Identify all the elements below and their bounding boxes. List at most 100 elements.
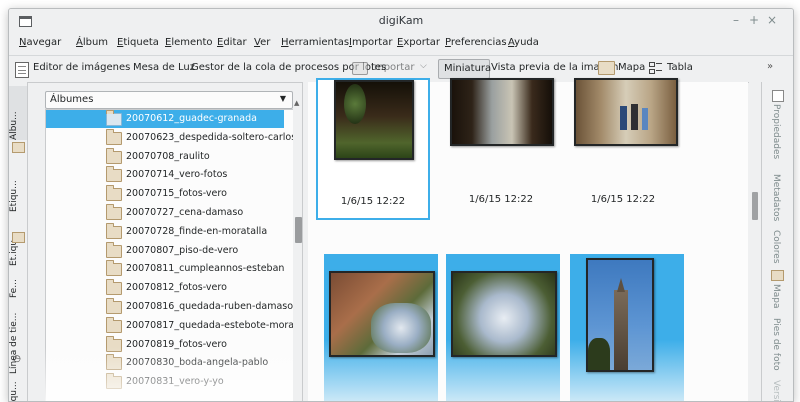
menu-album[interactable]: Álbum (76, 37, 108, 48)
album-name: 20070816_quedada-ruben-damaso (126, 301, 294, 312)
tab-properties[interactable]: Propiedades (771, 104, 781, 159)
thumbnail-image (451, 271, 557, 357)
maximize-button[interactable]: + (747, 13, 761, 27)
labels-folder-icon (12, 232, 25, 243)
album-tree-item[interactable]: 20070708_raulito (46, 147, 284, 166)
tab-metadata[interactable]: Metadatos (771, 174, 781, 221)
menu-etiqueta[interactable]: Etiqueta (117, 37, 159, 48)
menu-navegar[interactable]: Navegar (19, 37, 61, 48)
album-tree-item[interactable]: 20070817_quedada-estebote-moratalla (46, 316, 294, 335)
tab-versions[interactable]: Versi... (771, 380, 781, 401)
close-button[interactable]: × (765, 13, 779, 27)
thumbnail-date: 1/6/15 12:22 (590, 194, 656, 205)
toolbar-overflow-button[interactable]: » (767, 61, 773, 72)
folder-icon (106, 110, 122, 126)
title-bar[interactable]: digiKam – + × (9, 9, 793, 33)
map-label: Mapa (618, 62, 646, 73)
menu-ver[interactable]: Ver (254, 37, 270, 48)
menu-editar[interactable]: Editar (217, 37, 247, 48)
album-tree-item[interactable]: 20070816_quedada-ruben-damaso (46, 298, 293, 316)
tab-colors[interactable]: Colores (771, 230, 781, 264)
album-root-combobox[interactable]: Álbumes ▼ (45, 91, 293, 109)
map-tab-icon (771, 270, 784, 281)
tab-search[interactable]: Búsqu... (9, 374, 27, 402)
album-name: 20070811_cumpleannos-esteban (126, 263, 285, 275)
folder-icon (106, 298, 122, 314)
thumbnail-cell-selected[interactable] (324, 254, 438, 401)
album-name: 20070612_guadec-granada (126, 113, 257, 124)
thumbnail-cell-selected[interactable] (446, 254, 560, 401)
tab-search-label: Búsqu... (9, 381, 19, 402)
camera-icon (352, 62, 368, 75)
album-name: 20070812_fotos-vero (126, 282, 227, 294)
table-label: Tabla (667, 62, 693, 73)
album-root-label: Álbumes (50, 94, 94, 105)
light-table-button[interactable]: Mesa de Luz (133, 62, 195, 73)
album-tree-item[interactable]: 20070715_fotos-vero (46, 185, 284, 203)
timeline-clock-icon: ◷ (13, 354, 21, 364)
thumbnail-image (450, 78, 554, 146)
thumbnail-grid: 1/6/15 12:22 1/6/15 12:22 1/6/15 12:22 (308, 78, 748, 401)
menu-preferencias[interactable]: Preferencias (445, 37, 507, 48)
folder-icon (106, 316, 122, 333)
folder-icon (106, 128, 122, 145)
thumbnail-image (574, 78, 678, 146)
import-button[interactable]: Importar ⌵ (352, 60, 432, 78)
album-tree-item[interactable]: 20070811_cumpleannos-esteban (46, 260, 284, 278)
tab-dates-label: Fe... (9, 279, 19, 298)
tab-dates[interactable]: Fe... (9, 268, 27, 298)
album-name: 20070708_raulito (126, 150, 210, 162)
thumbnail-image (334, 80, 414, 160)
import-label: Importar (371, 62, 415, 73)
album-tree-item[interactable]: 20070812_fotos-vero (46, 279, 284, 297)
album-tree-item[interactable]: 20070623_despedida-soltero-carlos (46, 128, 294, 147)
map-view-button[interactable]: Mapa (598, 60, 646, 78)
digikam-window: digiKam – + × Navegar Álbum Etiqueta Ele… (8, 8, 794, 402)
thumbnail-scrollbar[interactable] (749, 82, 761, 401)
folder-icon (106, 204, 122, 220)
thumbnail-label: Miniatura (444, 63, 492, 74)
album-tree-scroll-thumb[interactable] (295, 217, 302, 243)
tab-captions[interactable]: Pies de foto (771, 318, 781, 371)
image-editor-label: Editor de imágenes (33, 62, 131, 73)
import-dropdown-icon: ⌵ (420, 61, 427, 71)
album-name: 20070817_quedada-estebote-moratalla (126, 319, 295, 331)
folder-icon (106, 279, 122, 296)
folder-icon (106, 260, 122, 277)
thumbnail-cell[interactable]: 1/6/15 12:22 (444, 78, 558, 220)
scroll-up-icon[interactable]: ▲ (294, 99, 299, 107)
album-panel: Álbumes ▼ 20070612_guadec-granada 2007062… (29, 87, 295, 401)
album-tree-item[interactable]: 20070612_guadec-granada (46, 110, 284, 128)
table-view-button[interactable]: Tabla (649, 60, 701, 78)
menu-ayuda[interactable]: Ayuda (508, 37, 539, 48)
album-name: 20070623_despedida-soltero-carlos (126, 131, 295, 143)
properties-icon (772, 90, 784, 102)
thumbnail-scroll-thumb[interactable] (752, 192, 758, 220)
table-icon (649, 61, 662, 74)
thumbnail-view-button[interactable]: Miniatura (438, 59, 492, 79)
album-name: 20070728_finde-en-moratalla (126, 225, 268, 237)
menu-elemento[interactable]: Elemento (165, 37, 213, 48)
thumbnail-cell[interactable]: 1/6/15 12:22 (316, 78, 430, 220)
menu-herramientas[interactable]: Herramientas (281, 37, 349, 48)
albums-folder-icon (12, 142, 25, 153)
thumbnail-date: 1/6/15 12:22 (468, 194, 534, 205)
tab-tags[interactable]: Etiqu... (9, 160, 27, 212)
thumbnail-image (586, 258, 654, 372)
album-name: 20070807_piso-de-vero (126, 244, 239, 256)
window-title: digiKam (378, 14, 424, 27)
tab-map[interactable]: Mapa (771, 284, 781, 309)
album-tree-item[interactable]: 20070714_vero-fotos (46, 166, 284, 184)
menu-exportar[interactable]: Exportar (397, 37, 440, 48)
tab-albums[interactable]: Álbu... (9, 86, 27, 140)
album-tree-item[interactable]: 20070727_cena-damaso (46, 204, 284, 222)
thumbnail-cell[interactable]: 1/6/15 12:22 (566, 78, 680, 220)
map-folder-icon (598, 61, 615, 75)
album-name: 20070714_vero-fotos (126, 169, 228, 181)
thumbnail-cell-selected[interactable] (570, 254, 684, 401)
album-tree-item[interactable]: 20070728_finde-en-moratalla (46, 222, 284, 241)
minimize-button[interactable]: – (729, 13, 743, 27)
album-tree-item[interactable]: 20070807_piso-de-vero (46, 241, 284, 260)
menu-importar[interactable]: Importar (349, 37, 392, 48)
tree-fade-overlay (45, 347, 295, 401)
